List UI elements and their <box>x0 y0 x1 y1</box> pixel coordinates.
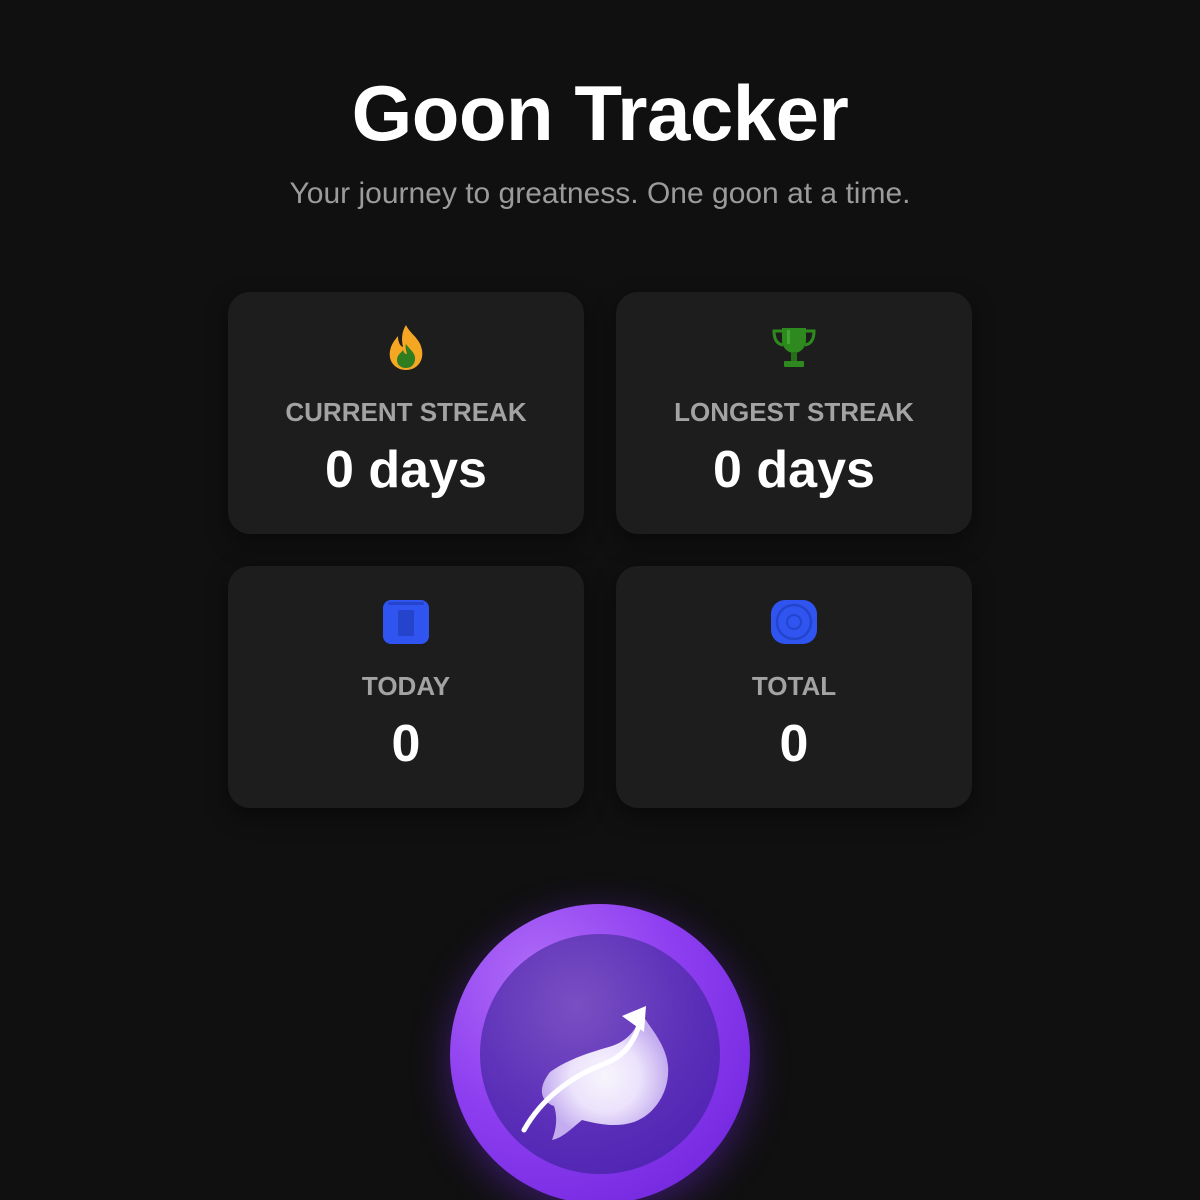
log-goon-button[interactable] <box>450 904 750 1200</box>
stat-card-total: TOTAL 0 <box>616 566 972 808</box>
stat-label: LONGEST STREAK <box>674 397 914 427</box>
stats-grid: CURRENT STREAK 0 days LONGEST STREAK 0 d… <box>228 292 972 808</box>
app-screen: Goon Tracker Your journey to greatness. … <box>0 0 1200 1200</box>
page-subtitle: Your journey to greatness. One goon at a… <box>289 177 911 210</box>
stat-card-current-streak: CURRENT STREAK 0 days <box>228 292 584 534</box>
target-icon <box>768 596 820 648</box>
stat-card-today: TODAY 0 <box>228 566 584 808</box>
stat-value: 0 days <box>713 441 875 499</box>
stat-label: CURRENT STREAK <box>285 397 527 427</box>
fire-icon <box>380 322 432 374</box>
trophy-icon <box>768 322 820 374</box>
stat-label: TODAY <box>361 671 451 701</box>
log-goon-button-inner <box>480 934 720 1174</box>
stat-value: 0 days <box>325 441 487 499</box>
stat-value: 0 <box>779 715 809 773</box>
stat-value: 0 <box>391 715 421 773</box>
goon-arrow-icon <box>521 1006 669 1140</box>
page-title: Goon Tracker <box>351 69 849 157</box>
calendar-icon <box>380 596 432 648</box>
stat-label: TOTAL <box>751 671 837 701</box>
stat-card-longest-streak: LONGEST STREAK 0 days <box>616 292 972 534</box>
